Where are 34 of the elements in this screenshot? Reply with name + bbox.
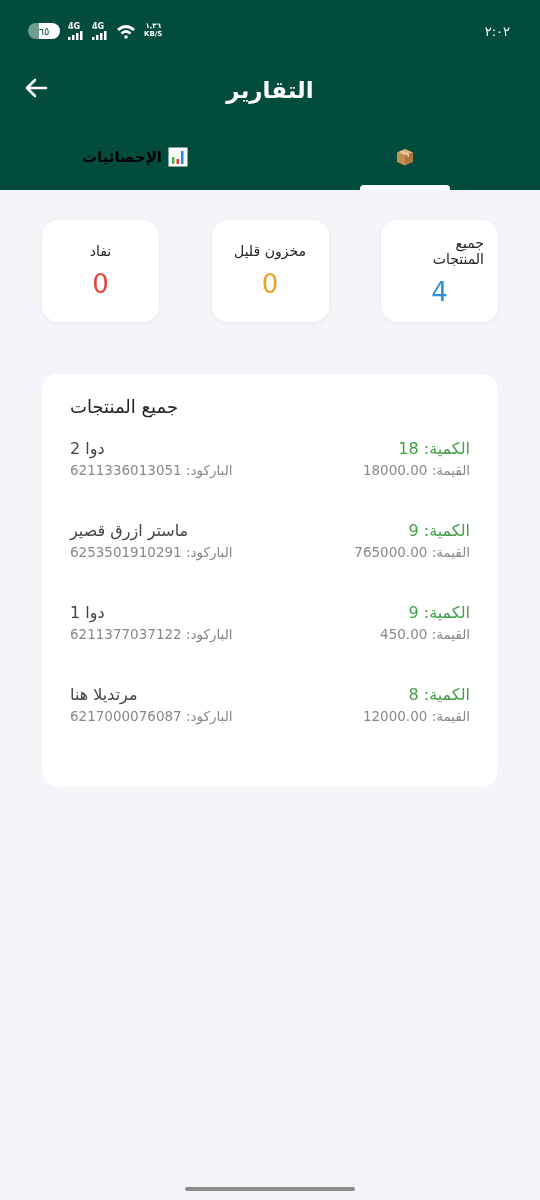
box-icon bbox=[395, 146, 415, 167]
wifi-icon bbox=[116, 23, 136, 39]
page-title: التقارير bbox=[226, 77, 314, 103]
card-title: جميع المنتجات bbox=[70, 396, 180, 417]
product-quantity: الكمية: 9 bbox=[408, 603, 470, 622]
signal-icon bbox=[92, 30, 108, 40]
battery-icon: ٦٥ bbox=[28, 23, 60, 39]
network-type: 4G bbox=[68, 22, 81, 31]
product-quantity: الكمية: 8 bbox=[408, 685, 470, 704]
product-value: القيمة: 12000.00 bbox=[362, 708, 470, 724]
stat-label: مخزون قليل bbox=[234, 243, 306, 259]
product-value: القيمة: 765000.00 bbox=[354, 544, 470, 560]
stat-label: نفاد bbox=[89, 243, 112, 259]
tab[interactable]: الإحصائيات bbox=[0, 128, 270, 190]
stat-value: 0 bbox=[261, 269, 279, 299]
stat-value: 0 bbox=[92, 269, 109, 299]
product-value: القيمة: 18000.00 bbox=[362, 462, 470, 478]
bar-chart-icon bbox=[168, 146, 188, 167]
product-barcode: الباركود: 6217000076087 bbox=[70, 708, 233, 724]
product-name: مرتديلا هنا bbox=[70, 685, 138, 704]
stat-value: 4 bbox=[431, 277, 448, 307]
product-name: دوا 1 bbox=[70, 603, 105, 622]
product-name: دوا 2 bbox=[70, 439, 105, 458]
stat-label: جميع المنتجات bbox=[431, 235, 485, 267]
product-quantity: الكمية: 9 bbox=[408, 521, 470, 540]
signal-icon bbox=[68, 30, 84, 40]
product-name: ماستر ازرق قصير bbox=[70, 521, 189, 540]
status-time: ٢:٠٢ bbox=[484, 23, 510, 39]
product-barcode: الباركود: 6253501910291 bbox=[70, 544, 233, 560]
product-barcode: الباركود: 6211336013051 bbox=[70, 462, 233, 478]
network-type: 4G bbox=[92, 22, 105, 31]
product-quantity: الكمية: 18 bbox=[398, 439, 470, 458]
product-barcode: الباركود: 6211377037122 bbox=[70, 626, 233, 642]
product-value: القيمة: 450.00 bbox=[380, 626, 470, 642]
